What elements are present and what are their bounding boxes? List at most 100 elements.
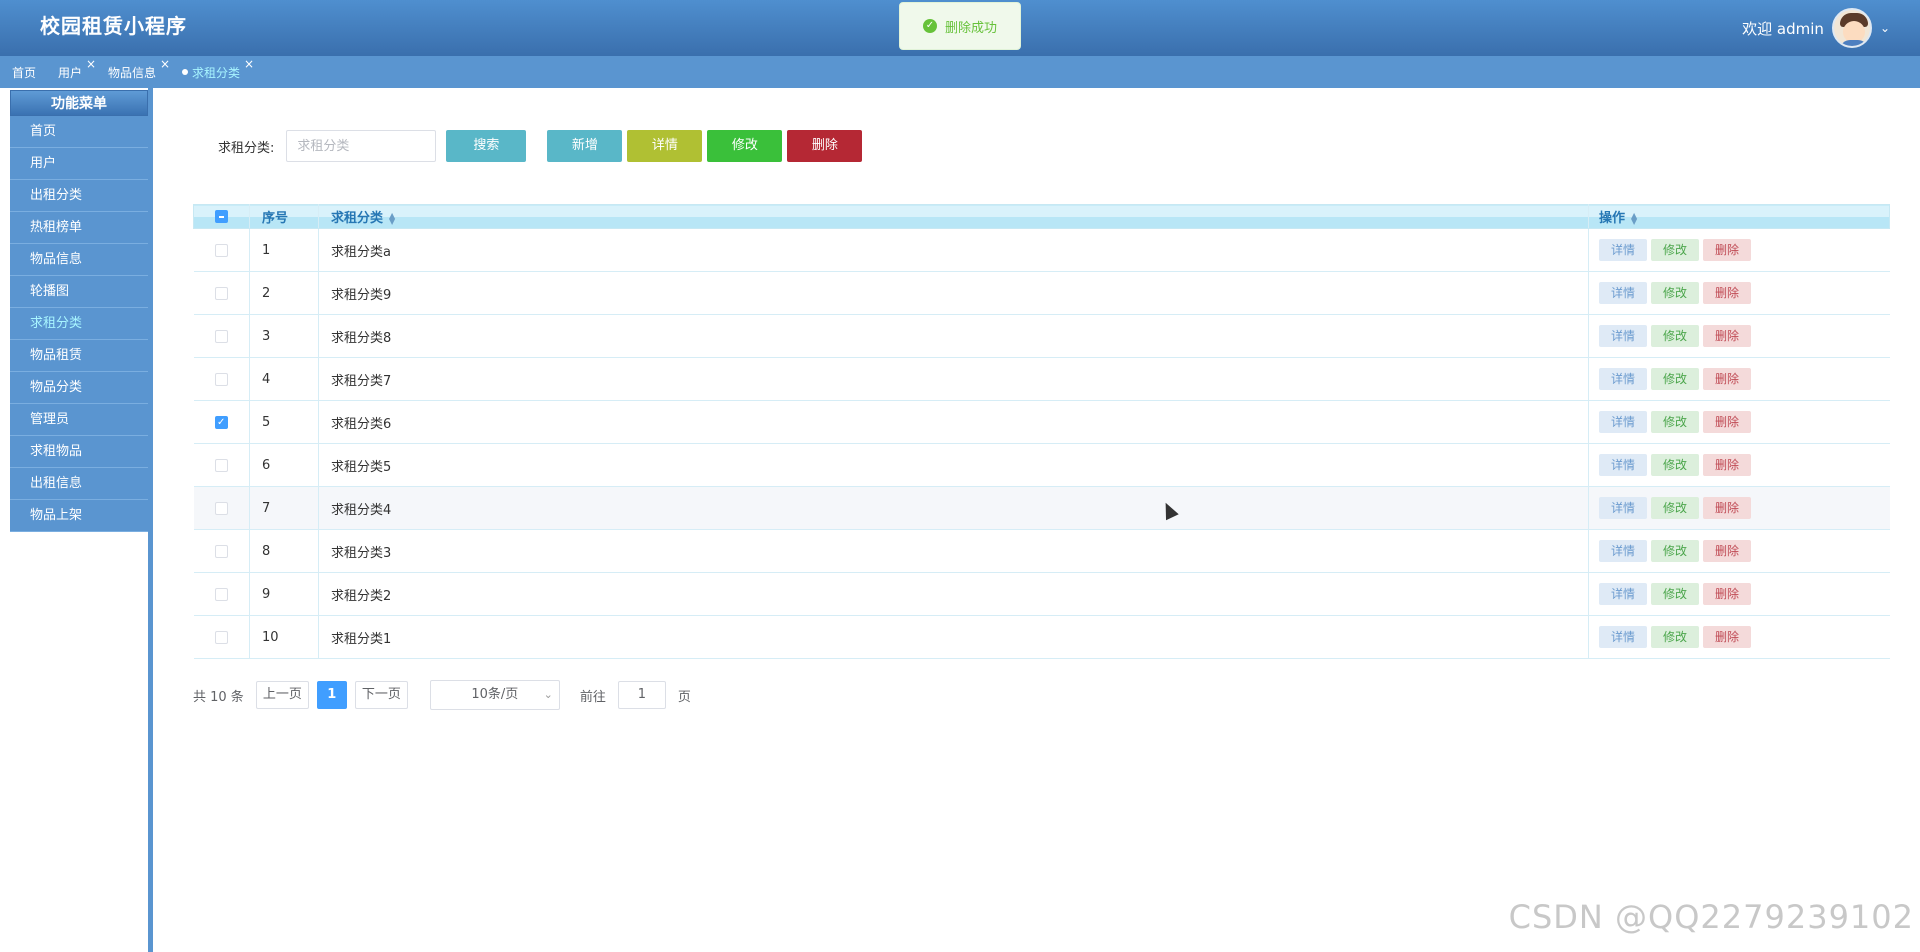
row-select-cell[interactable]: [193, 529, 250, 573]
header-name[interactable]: 求租分类 ▲ ▼: [318, 204, 1589, 229]
sidebar-item-rent-category[interactable]: 求租分类: [10, 308, 148, 340]
row-select-cell[interactable]: [193, 486, 250, 530]
row-checkbox[interactable]: [214, 458, 228, 472]
row-detail-button[interactable]: 详情: [1599, 583, 1647, 605]
row-edit-button[interactable]: 修改: [1651, 239, 1699, 261]
row-detail-button[interactable]: 详情: [1599, 239, 1647, 261]
row-no: 6: [249, 443, 319, 487]
detail-button[interactable]: 详情: [627, 130, 703, 162]
sidebar-item-item-info[interactable]: 物品信息: [10, 244, 148, 276]
row-detail-button[interactable]: 详情: [1599, 282, 1647, 304]
avatar[interactable]: [1831, 8, 1872, 48]
prev-page-button[interactable]: 上一页: [255, 681, 309, 709]
page-number-current[interactable]: 1: [316, 681, 347, 709]
check-circle-icon: ✓: [922, 19, 937, 33]
search-input[interactable]: [286, 130, 437, 162]
edit-button[interactable]: 修改: [707, 130, 783, 162]
sidebar-item-users[interactable]: 用户: [10, 148, 148, 180]
goto-page-input[interactable]: 1: [617, 681, 666, 709]
row-detail-button[interactable]: 详情: [1599, 368, 1647, 390]
row-delete-button[interactable]: 删除: [1703, 239, 1751, 261]
row-checkbox[interactable]: [214, 243, 228, 257]
tab-item-info[interactable]: 物品信息 ×: [108, 57, 170, 81]
sidebar-item-hot-list[interactable]: 热租榜单: [10, 212, 148, 244]
sort-icon[interactable]: ▲ ▼: [389, 211, 397, 225]
row-delete-button[interactable]: 删除: [1703, 540, 1751, 562]
page-size-value: 10条/页: [471, 687, 519, 702]
chevron-down-icon[interactable]: ⌄: [1880, 21, 1890, 35]
row-select-cell[interactable]: [193, 228, 250, 272]
tab-users[interactable]: 用户 ×: [58, 57, 96, 81]
row-detail-button[interactable]: 详情: [1599, 325, 1647, 347]
table-row: 7 求租分类4 详情 修改 删除: [193, 486, 1890, 530]
row-checkbox[interactable]: [214, 544, 228, 558]
sort-icon[interactable]: ▲ ▼: [1631, 211, 1639, 225]
row-edit-button[interactable]: 修改: [1651, 368, 1699, 390]
row-edit-button[interactable]: 修改: [1651, 540, 1699, 562]
row-detail-button[interactable]: 详情: [1599, 411, 1647, 433]
row-edit-button[interactable]: 修改: [1651, 497, 1699, 519]
select-all-checkbox[interactable]: [215, 210, 228, 223]
sidebar: 功能菜单 首页 用户 出租分类 热租榜单 物品信息 轮播图 求租分类 物品租赁 …: [10, 90, 148, 952]
row-delete-button[interactable]: 删除: [1703, 411, 1751, 433]
close-icon[interactable]: ×: [244, 57, 254, 71]
toast-message: 删除成功: [944, 20, 997, 36]
page-size-select[interactable]: 10条/页 ⌄: [429, 680, 560, 710]
row-delete-button[interactable]: 删除: [1703, 325, 1751, 347]
close-icon[interactable]: ×: [160, 57, 170, 71]
row-detail-button[interactable]: 详情: [1599, 540, 1647, 562]
row-detail-button[interactable]: 详情: [1599, 626, 1647, 648]
row-name: 求租分类a: [318, 228, 1589, 272]
row-checkbox[interactable]: [214, 372, 228, 386]
tab-home[interactable]: 首页: [12, 64, 36, 81]
row-delete-button[interactable]: 删除: [1703, 626, 1751, 648]
sidebar-item-lease-info[interactable]: 出租信息: [10, 468, 148, 500]
sidebar-item-rent-items[interactable]: 求租物品: [10, 436, 148, 468]
row-edit-button[interactable]: 修改: [1651, 411, 1699, 433]
row-select-cell[interactable]: [193, 271, 250, 315]
row-detail-button[interactable]: 详情: [1599, 454, 1647, 476]
row-edit-button[interactable]: 修改: [1651, 626, 1699, 648]
row-edit-button[interactable]: 修改: [1651, 282, 1699, 304]
row-checkbox[interactable]: [214, 630, 228, 644]
row-delete-button[interactable]: 删除: [1703, 583, 1751, 605]
row-detail-button[interactable]: 详情: [1599, 497, 1647, 519]
row-checkbox[interactable]: [214, 501, 228, 515]
row-checkbox[interactable]: ✓: [214, 415, 228, 429]
user-menu[interactable]: 欢迎 admin ⌄: [1742, 8, 1890, 48]
sidebar-item-admin[interactable]: 管理员: [10, 404, 148, 436]
header-op[interactable]: 操作 ▲ ▼: [1588, 204, 1890, 229]
row-select-cell[interactable]: [193, 314, 250, 358]
sidebar-item-lease-category[interactable]: 出租分类: [10, 180, 148, 212]
header-select-all[interactable]: [193, 204, 250, 229]
row-checkbox[interactable]: [214, 329, 228, 343]
row-checkbox[interactable]: [214, 587, 228, 601]
row-edit-button[interactable]: 修改: [1651, 325, 1699, 347]
row-delete-button[interactable]: 删除: [1703, 282, 1751, 304]
row-checkbox[interactable]: [214, 286, 228, 300]
row-delete-button[interactable]: 删除: [1703, 497, 1751, 519]
row-edit-button[interactable]: 修改: [1651, 454, 1699, 476]
sidebar-item-item-category[interactable]: 物品分类: [10, 372, 148, 404]
sidebar-item-item-rental[interactable]: 物品租赁: [10, 340, 148, 372]
row-select-cell[interactable]: [193, 443, 250, 487]
next-page-button[interactable]: 下一页: [354, 681, 408, 709]
sidebar-item-home[interactable]: 首页: [10, 116, 148, 148]
row-no: 2: [249, 271, 319, 315]
sidebar-item-item-shelf[interactable]: 物品上架: [10, 500, 148, 532]
search-button[interactable]: 搜索: [446, 130, 527, 162]
sidebar-item-carousel[interactable]: 轮播图: [10, 276, 148, 308]
pagination: 共 10 条 上一页 1 下一页 10条/页 ⌄ 前往 1 页: [193, 680, 691, 710]
row-select-cell[interactable]: [193, 572, 250, 616]
delete-button[interactable]: 删除: [787, 130, 863, 162]
row-select-cell[interactable]: [193, 615, 250, 659]
row-delete-button[interactable]: 删除: [1703, 368, 1751, 390]
add-button[interactable]: 新增: [547, 130, 623, 162]
close-icon[interactable]: ×: [86, 57, 96, 71]
row-edit-button[interactable]: 修改: [1651, 583, 1699, 605]
row-delete-button[interactable]: 删除: [1703, 454, 1751, 476]
tab-rent-category[interactable]: 求租分类 ×: [182, 57, 254, 81]
table-header-row: 序号 求租分类 ▲ ▼ 操作 ▲ ▼: [193, 204, 1890, 229]
row-select-cell[interactable]: ✓: [193, 400, 250, 444]
row-select-cell[interactable]: [193, 357, 250, 401]
